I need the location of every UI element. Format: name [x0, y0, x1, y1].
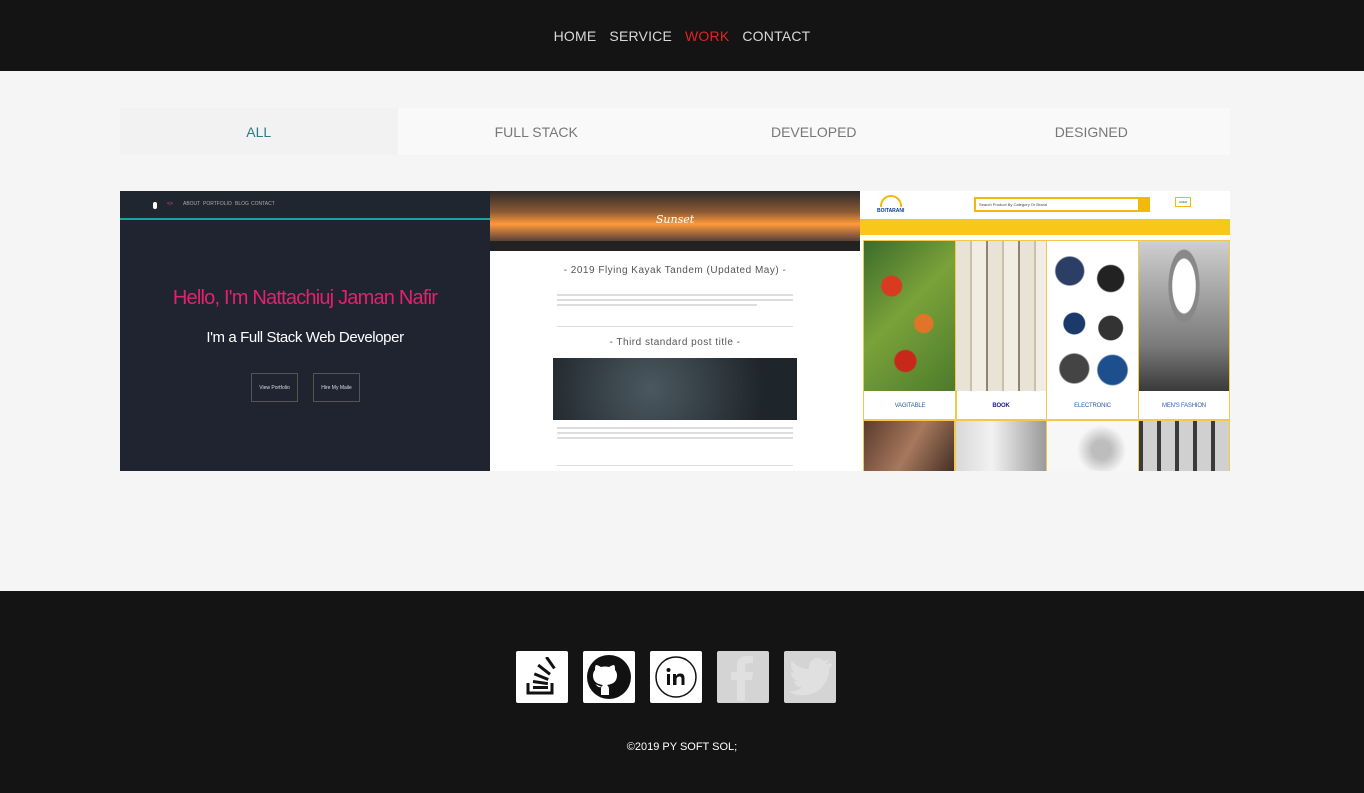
- project-card-shop[interactable]: BOITARANI Search Product By Category Or …: [860, 191, 1230, 471]
- category-tile-row2-1: [863, 420, 955, 471]
- category-vegetable: VAGITABLE: [863, 240, 957, 420]
- portfolio-subheadline: I'm a Full Stack Web Developer: [206, 329, 404, 346]
- social-links: [516, 651, 836, 703]
- category-mens-fashion: MEN'S FASHION: [1138, 240, 1230, 420]
- shop-category-bar: [860, 219, 1230, 235]
- view-portfolio-button: View Portfolio: [251, 373, 298, 402]
- nav-contact[interactable]: CONTACT: [742, 28, 810, 44]
- nav-work[interactable]: WORK: [685, 28, 729, 44]
- tab-full-stack[interactable]: FULL STACK: [398, 108, 676, 155]
- hire-me-button: Hire My Maile: [313, 373, 360, 402]
- shop-logo-icon: [880, 195, 902, 207]
- tab-designed[interactable]: DESIGNED: [953, 108, 1231, 155]
- search-icon: [1138, 199, 1148, 210]
- nav-home[interactable]: HOME: [554, 28, 597, 44]
- blog-post-photo: [553, 358, 797, 420]
- electronics-image: [1047, 241, 1138, 391]
- mini-nav-contact: CONTACT: [251, 201, 275, 207]
- category-book: BOOK: [955, 240, 1047, 420]
- project-card-portfolio[interactable]: <> ABOUT PORTFOLIO BLOG CONTACT Hello, I…: [120, 191, 490, 471]
- category-tile-row2-4: [1138, 420, 1230, 471]
- facebook-icon[interactable]: [717, 651, 769, 703]
- twitter-icon[interactable]: [784, 651, 836, 703]
- vegetables-image: [864, 241, 956, 391]
- portfolio-grid: <> ABOUT PORTFOLIO BLOG CONTACT Hello, I…: [120, 191, 1230, 471]
- shop-brand: BOITARANI: [877, 208, 905, 214]
- books-image: [956, 241, 1046, 391]
- account-icon: USER: [1175, 197, 1191, 207]
- mini-nav-blog: BLOG: [235, 201, 249, 207]
- stackoverflow-icon[interactable]: [516, 651, 568, 703]
- top-nav: HOME SERVICE WORK CONTACT: [0, 0, 1364, 71]
- portfolio-headline: Hello, I'm Nattachiuj Jaman Nafir: [172, 287, 438, 309]
- category-electronic: ELECTRONIC: [1046, 240, 1139, 420]
- fashion-image: [1139, 241, 1229, 391]
- tab-all[interactable]: ALL: [120, 108, 398, 155]
- shop-search-placeholder: Search Product By Category Or Brand: [979, 202, 1048, 207]
- blog-hero-image: Sunset: [490, 191, 860, 251]
- project-card-blog[interactable]: Sunset - 2019 Flying Kayak Tandem (Updat…: [490, 191, 860, 471]
- blog-post-title-2: - Third standard post title -: [609, 337, 741, 348]
- tab-developed[interactable]: DEVELOPED: [675, 108, 953, 155]
- nav-service[interactable]: SERVICE: [609, 28, 672, 44]
- mini-nav-about: ABOUT: [183, 201, 201, 207]
- shop-header: BOITARANI Search Product By Category Or …: [860, 191, 1230, 219]
- portfolio-filter-tabs: ALL FULL STACK DEVELOPED DESIGNED: [120, 108, 1230, 155]
- github-icon[interactable]: [583, 651, 635, 703]
- blog-post-title-1: - 2019 Flying Kayak Tandem (Updated May)…: [563, 265, 787, 276]
- linkedin-icon[interactable]: [650, 651, 702, 703]
- copyright-text: ©2019 PY SOFT SOL;: [626, 741, 738, 753]
- blog-brand: Sunset: [655, 213, 695, 226]
- footer: ©2019 PY SOFT SOL;: [0, 591, 1364, 793]
- category-tile-row2-2: [955, 420, 1047, 471]
- mini-navbar: <> ABOUT PORTFOLIO BLOG CONTACT: [120, 191, 490, 220]
- category-tile-row2-3: [1046, 420, 1139, 471]
- mini-logo-icon: [153, 202, 157, 209]
- shop-search: Search Product By Category Or Brand: [974, 197, 1150, 212]
- share-icon: <>: [167, 201, 173, 207]
- mini-nav-portfolio: PORTFOLIO: [203, 201, 232, 207]
